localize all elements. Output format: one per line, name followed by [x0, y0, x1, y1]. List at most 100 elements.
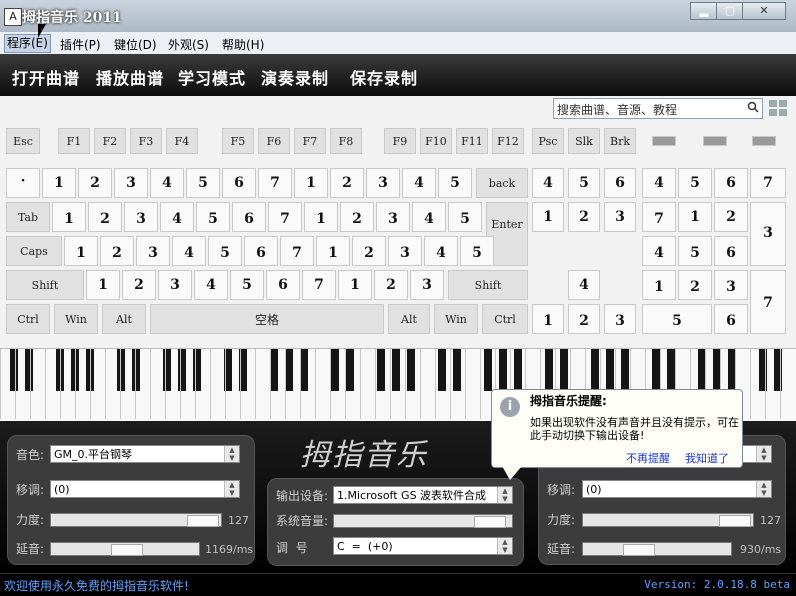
acknowledge-link[interactable]: 我知道了 [685, 450, 729, 466]
key-b[interactable]: 5 [230, 270, 264, 300]
key-3[interactable]: 3 [114, 168, 148, 198]
spin-arrows-icon[interactable]: ▲ ▼ [497, 538, 512, 554]
key-f4[interactable]: F4 [166, 128, 198, 154]
numpad-divide[interactable]: 5 [678, 168, 712, 198]
key-insert[interactable]: 4 [532, 168, 564, 198]
key-t[interactable]: 5 [196, 202, 230, 232]
key-x[interactable]: 2 [122, 270, 156, 300]
spin-arrows-icon[interactable]: ▲ ▼ [224, 446, 239, 462]
key-h[interactable]: 6 [244, 236, 278, 266]
key-f8[interactable]: F8 [330, 128, 362, 154]
key-f11[interactable]: F11 [456, 128, 488, 154]
slider-thumb[interactable] [623, 544, 655, 556]
key-arrow-left[interactable]: 1 [532, 304, 564, 334]
numpad-3[interactable]: 3 [714, 270, 748, 300]
key-esc[interactable]: Esc [6, 128, 40, 154]
key-shift-left[interactable]: Shift [6, 270, 84, 300]
key-u[interactable]: 7 [268, 202, 302, 232]
spin-arrows-icon[interactable]: ▲ ▼ [224, 481, 239, 497]
maximize-button[interactable]: ▢ [716, 2, 744, 20]
key-v[interactable]: 4 [194, 270, 228, 300]
key-o[interactable]: 2 [340, 202, 374, 232]
key-backslash[interactable]: 5 [460, 236, 494, 266]
piano-black-key[interactable] [667, 349, 675, 391]
numpad-decimal[interactable]: 6 [714, 304, 748, 334]
slider-thumb[interactable] [187, 515, 219, 527]
slider-thumb[interactable] [474, 516, 506, 528]
save-recording-button[interactable]: 保存录制 [350, 65, 418, 89]
piano-black-key[interactable] [285, 349, 293, 391]
piano-black-key[interactable] [606, 349, 614, 391]
spin-arrows-icon[interactable]: ▲ ▼ [497, 487, 512, 503]
key-a[interactable]: 1 [64, 236, 98, 266]
key-ctrl-right[interactable]: Ctrl [482, 304, 528, 334]
piano-black-key[interactable] [132, 349, 140, 391]
dismiss-link[interactable]: 不再提醒 [626, 450, 670, 466]
piano-black-key[interactable] [560, 349, 568, 391]
menu-plugins[interactable]: 插件(P) [60, 36, 101, 53]
key-capslock[interactable]: Caps [6, 236, 62, 266]
piano-black-key[interactable] [621, 349, 629, 391]
key-f10[interactable]: F10 [420, 128, 452, 154]
key-2[interactable]: 2 [78, 168, 112, 198]
piano-black-key[interactable] [392, 349, 400, 391]
key-j[interactable]: 7 [280, 236, 314, 266]
key-pageup[interactable]: 6 [604, 168, 636, 198]
key-9[interactable]: 2 [330, 168, 364, 198]
play-score-button[interactable]: 播放曲谱 [96, 65, 164, 89]
numpad-4[interactable]: 4 [642, 236, 676, 266]
numpad-7[interactable]: 7 [642, 202, 676, 232]
numpad-subtract[interactable]: 7 [750, 168, 786, 198]
key-bracket-right[interactable]: 5 [448, 202, 482, 232]
key-n[interactable]: 6 [266, 270, 300, 300]
key-z[interactable]: 1 [86, 270, 120, 300]
piano-black-key[interactable] [484, 349, 492, 391]
numpad-1[interactable]: 1 [642, 270, 676, 300]
key-signature-select[interactable]: C = (+0) ▲ ▼ [333, 537, 513, 555]
numpad-9[interactable]: 2 [714, 202, 748, 232]
numpad-numlock[interactable]: 4 [642, 168, 676, 198]
key-f5[interactable]: F5 [222, 128, 254, 154]
key-f6[interactable]: F6 [258, 128, 290, 154]
spin-arrows-icon[interactable]: ▲ ▼ [756, 446, 771, 462]
key-y[interactable]: 6 [232, 202, 266, 232]
numpad-multiply[interactable]: 6 [714, 168, 748, 198]
slider-thumb[interactable] [719, 515, 751, 527]
key-alt-right[interactable]: Alt [388, 304, 430, 334]
key-c[interactable]: 3 [158, 270, 192, 300]
key-p[interactable]: 3 [376, 202, 410, 232]
key-home[interactable]: 5 [568, 168, 600, 198]
key-d[interactable]: 3 [136, 236, 170, 266]
key-m[interactable]: 7 [302, 270, 336, 300]
key-5[interactable]: 5 [186, 168, 220, 198]
piano-black-key[interactable] [652, 349, 660, 391]
force-slider[interactable] [50, 513, 222, 527]
piano-black-key[interactable] [331, 349, 339, 391]
key-l[interactable]: 2 [352, 236, 386, 266]
piano-black-key[interactable] [499, 349, 507, 391]
piano-black-key[interactable] [270, 349, 278, 391]
piano-black-key[interactable] [591, 349, 599, 391]
piano-black-key[interactable] [438, 349, 446, 391]
timbre-select[interactable]: GM_0.平台钢琴 ▲ ▼ [50, 445, 240, 463]
key-s[interactable]: 2 [100, 236, 134, 266]
spin-arrows-icon[interactable]: ▲ ▼ [756, 481, 771, 497]
key-alt-left[interactable]: Alt [102, 304, 146, 334]
key-minus[interactable]: 4 [402, 168, 436, 198]
key-4[interactable]: 4 [150, 168, 184, 198]
numpad-5[interactable]: 5 [678, 236, 712, 266]
key-quote[interactable]: 4 [424, 236, 458, 266]
key-f7[interactable]: F7 [294, 128, 326, 154]
layout-grid-icon[interactable] [768, 99, 788, 117]
numpad-8[interactable]: 1 [678, 202, 712, 232]
key-slash[interactable]: 3 [410, 270, 444, 300]
key-8[interactable]: 1 [294, 168, 328, 198]
key-f3[interactable]: F3 [130, 128, 162, 154]
key-period[interactable]: 2 [374, 270, 408, 300]
key-f1[interactable]: F1 [58, 128, 90, 154]
sustain-slider-right[interactable] [582, 542, 732, 556]
piano-black-key[interactable] [25, 349, 33, 391]
key-e[interactable]: 3 [124, 202, 158, 232]
key-q[interactable]: 1 [52, 202, 86, 232]
output-device-select[interactable]: 1.Microsoft GS 波表软件合成 ▲ ▼ [333, 486, 513, 504]
